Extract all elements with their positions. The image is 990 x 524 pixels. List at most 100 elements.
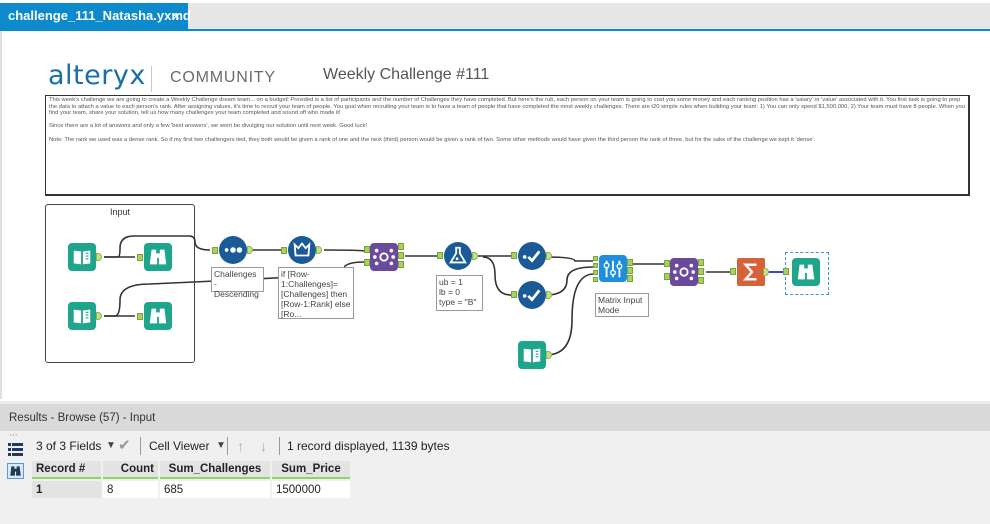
results-grid: Record # Count Sum_Challenges Sum_Price …	[30, 459, 352, 500]
results-side-bar: ···	[0, 431, 28, 524]
sort-annotation: Challenges - Descending	[211, 267, 264, 299]
join-out-r-anchor[interactable]	[398, 261, 404, 268]
input-anchor[interactable]	[212, 247, 218, 254]
input-anchor[interactable]	[511, 291, 517, 298]
join-out-l-anchor[interactable]	[398, 243, 404, 250]
sort-tool[interactable]	[219, 236, 247, 264]
join-nodes-icon	[373, 248, 395, 266]
join-tool-1[interactable]	[370, 243, 398, 271]
sigma-icon	[742, 263, 757, 281]
toolbar-divider	[140, 437, 141, 455]
arrow-up-icon[interactable]: ↑	[237, 434, 244, 458]
cell-viewer-selector[interactable]: Cell Viewer	[149, 434, 209, 458]
chevron-down-icon[interactable]: ▼	[216, 434, 226, 458]
alteryx-logo: alteryx	[48, 60, 146, 91]
matrix-annotation: Matrix Input Mode	[595, 293, 649, 317]
sort-dots-icon	[224, 247, 243, 253]
opt-anchor-o[interactable]	[593, 256, 598, 261]
logo-divider	[151, 66, 152, 92]
opt-out-s-anchor[interactable]	[627, 259, 633, 266]
multi-row-annotation: if [Row-1:Challenges]= [Challenges] then…	[278, 267, 354, 319]
sum-price-cell[interactable]: 1500000	[272, 481, 350, 498]
input-data-tool-2[interactable]	[68, 302, 96, 330]
description-paragraph: This week's challenge we are going to cr…	[49, 97, 965, 117]
book-icon	[73, 250, 91, 265]
book-icon	[73, 309, 91, 324]
book-icon	[523, 348, 541, 363]
opt-out-d-anchor[interactable]	[627, 267, 633, 274]
optimization-annotation: ub = 1 lb = 0 type = "B"	[436, 275, 483, 311]
toolbar-divider	[227, 437, 228, 455]
binoculars-icon	[149, 308, 167, 324]
input-anchor[interactable]	[511, 252, 517, 259]
opt-anchor-q[interactable]	[593, 277, 598, 282]
column-header-sum-challenges[interactable]: Sum_Challenges	[160, 461, 270, 479]
close-icon[interactable]: ×	[172, 3, 180, 29]
container-title: Input	[109, 207, 131, 217]
sum-challenges-cell[interactable]: 685	[160, 481, 270, 498]
tab-title: challenge_111_Natasha.yxmd	[8, 8, 191, 23]
results-header: Results - Browse (57) - Input	[0, 401, 990, 431]
join-out-j-anchor[interactable]	[698, 268, 704, 275]
browse-tool-1[interactable]	[144, 243, 172, 271]
optimization-matrix-tool[interactable]	[599, 255, 627, 282]
join-out-j-anchor[interactable]	[398, 252, 404, 259]
results-pane: ··· 3 of 3 Fields ▼ ✔ Cell Viewer ▼ ↑ ↓ …	[0, 431, 990, 524]
browse-view-button[interactable]	[7, 463, 24, 479]
document-tab-bar: challenge_111_Natasha.yxmd ×	[0, 0, 990, 31]
sliders-icon	[603, 260, 623, 277]
input-data-tool-1[interactable]	[68, 243, 96, 271]
opt-out-i-anchor[interactable]	[627, 275, 633, 282]
input-anchor[interactable]	[281, 247, 287, 254]
table-row[interactable]: 1 8 685 1500000	[32, 481, 350, 498]
column-header-count[interactable]: Count	[103, 461, 158, 479]
binoculars-icon	[10, 466, 21, 476]
chevron-down-icon[interactable]: ▼	[106, 434, 116, 458]
record-number-cell[interactable]: 1	[32, 481, 101, 498]
check-icon[interactable]: ✔	[118, 434, 131, 458]
input-anchor[interactable]	[137, 313, 143, 320]
description-comment-box[interactable]: This week's challenge we are going to cr…	[45, 95, 970, 196]
list-view-icon[interactable]	[8, 442, 23, 456]
filter-tool-2[interactable]	[518, 281, 546, 309]
description-paragraph: Since there are a lot of answers and onl…	[49, 123, 367, 130]
community-label: COMMUNITY	[170, 69, 276, 86]
column-header-record[interactable]: Record #	[32, 461, 101, 479]
opt-anchor-b[interactable]	[593, 270, 598, 275]
header-row: Record # Count Sum_Challenges Sum_Price	[32, 461, 350, 479]
results-title: Results - Browse (57) - Input	[9, 412, 156, 424]
input-anchor[interactable]	[783, 268, 789, 275]
join-nodes-icon	[673, 263, 695, 281]
tab-workflow[interactable]: challenge_111_Natasha.yxmd ×	[0, 3, 191, 29]
opt-anchor-a[interactable]	[593, 263, 598, 268]
input-anchor[interactable]	[730, 268, 736, 275]
filter-tool-1[interactable]	[518, 242, 546, 270]
browse-tool-2[interactable]	[144, 302, 172, 330]
summarize-tool[interactable]	[737, 258, 765, 286]
browse-tool-final[interactable]	[792, 258, 820, 286]
more-icon[interactable]: ···	[9, 432, 18, 441]
toolbar-divider	[279, 437, 280, 455]
challenge-title: Weekly Challenge #111	[323, 66, 490, 83]
join-out-r-anchor[interactable]	[698, 277, 704, 284]
optimization-tool[interactable]	[444, 242, 472, 270]
join-tool-2[interactable]	[670, 258, 698, 286]
input-anchor[interactable]	[137, 254, 143, 261]
description-paragraph: Note: The rank we used was a dense rank.…	[49, 136, 816, 143]
binoculars-icon	[797, 264, 815, 280]
multi-row-formula-tool[interactable]	[288, 236, 316, 264]
binoculars-icon	[149, 249, 167, 265]
arrow-down-icon[interactable]: ↓	[260, 434, 267, 458]
count-cell[interactable]: 8	[103, 481, 158, 498]
input-anchor[interactable]	[437, 252, 443, 259]
results-toolbar: 3 of 3 Fields ▼ ✔ Cell Viewer ▼ ↑ ↓ 1 re…	[30, 434, 990, 458]
input-data-tool-3[interactable]	[518, 341, 546, 369]
input-container[interactable]: Input	[45, 204, 195, 363]
crown-icon	[293, 242, 311, 257]
fields-selector[interactable]: 3 of 3 Fields	[36, 434, 101, 458]
flask-icon	[449, 246, 467, 264]
check-filter-icon	[522, 289, 541, 302]
join-out-l-anchor[interactable]	[698, 259, 704, 266]
column-header-sum-price[interactable]: Sum_Price	[272, 461, 350, 479]
record-status: 1 record displayed, 1139 bytes	[287, 439, 450, 453]
